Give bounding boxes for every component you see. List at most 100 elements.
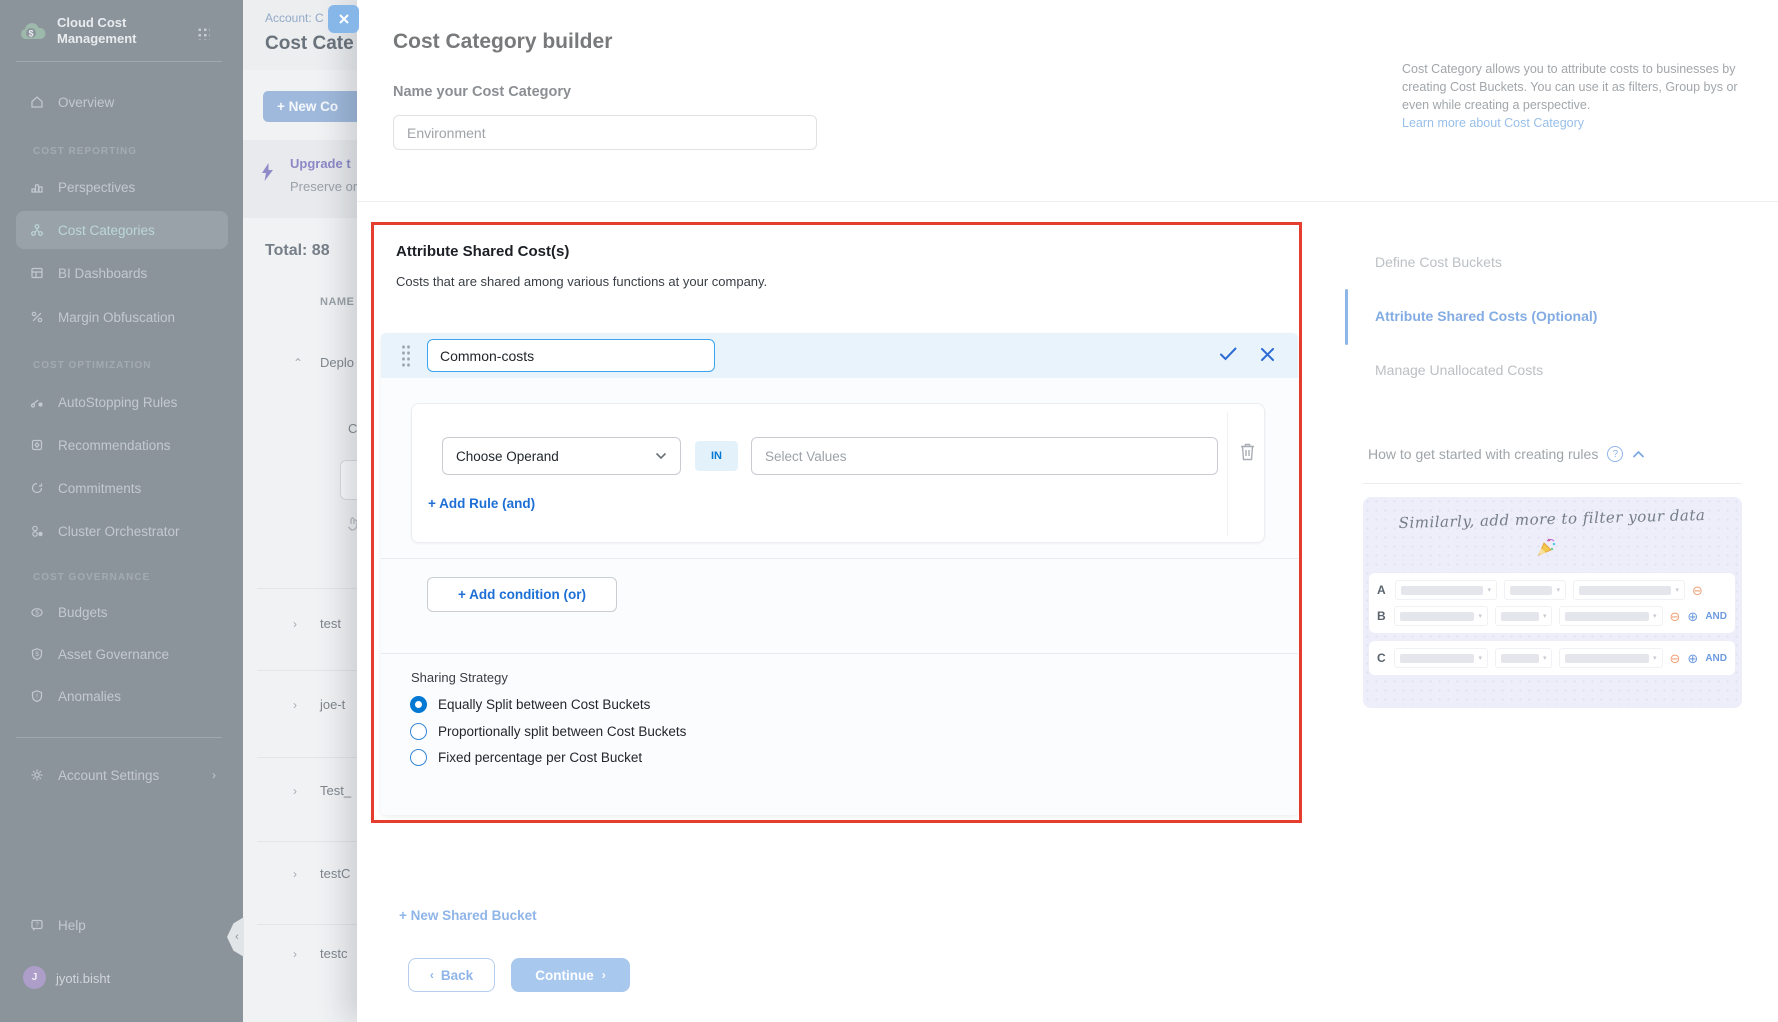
step-attribute-shared-costs[interactable]: Attribute Shared Costs (Optional) bbox=[1375, 308, 1597, 324]
refresh-clock-icon bbox=[29, 480, 45, 496]
sidebar-item-help[interactable]: ? Help bbox=[16, 910, 228, 940]
trash-icon bbox=[1238, 441, 1257, 462]
sidebar-item-overview[interactable]: Overview bbox=[16, 87, 228, 117]
step-manage-unallocated-costs[interactable]: Manage Unallocated Costs bbox=[1375, 362, 1543, 378]
step-define-cost-buckets[interactable]: Define Cost Buckets bbox=[1375, 254, 1502, 270]
chevron-right-icon[interactable]: › bbox=[293, 867, 297, 881]
sidebar-item-perspectives[interactable]: Perspectives bbox=[16, 172, 228, 202]
cost-category-name-input[interactable] bbox=[393, 115, 817, 150]
sidebar-item-cost-categories[interactable]: Cost Categories bbox=[16, 211, 228, 249]
screen: $ Cloud Cost Management Overview COST RE… bbox=[0, 0, 1778, 1022]
svg-text:$: $ bbox=[28, 29, 33, 39]
strategy-option-fixed[interactable]: Fixed percentage per Cost Bucket bbox=[410, 747, 642, 767]
radio-icon[interactable] bbox=[410, 723, 427, 740]
section-cost-governance: COST GOVERNANCE bbox=[33, 572, 150, 583]
sidebar-item-account-settings[interactable]: Account Settings › bbox=[16, 760, 228, 790]
new-shared-bucket-link[interactable]: + New Shared Bucket bbox=[399, 908, 537, 923]
add-circle-icon: ⊕ bbox=[1687, 652, 1698, 665]
drag-handle-icon[interactable] bbox=[401, 344, 411, 368]
table-row[interactable]: Test_ bbox=[320, 783, 351, 798]
lightning-icon bbox=[260, 162, 275, 187]
confirm-bucket-button[interactable] bbox=[1219, 346, 1238, 367]
close-icon bbox=[338, 13, 350, 25]
piggy-bank-icon: $ bbox=[29, 604, 45, 620]
chevron-up-icon[interactable]: ⌃ bbox=[293, 356, 303, 370]
back-button[interactable]: ‹ Back bbox=[408, 958, 495, 992]
sidebar-divider bbox=[16, 61, 222, 62]
section-cost-optimization: COST OPTIMIZATION bbox=[33, 360, 151, 371]
module-grid-icon[interactable] bbox=[197, 27, 210, 40]
sidebar-item-cluster-orchestrator[interactable]: Cluster Orchestrator bbox=[16, 516, 228, 546]
table-row[interactable]: test bbox=[320, 616, 341, 631]
skeleton-dropdown: ▾ bbox=[1495, 606, 1553, 626]
chevron-right-icon[interactable]: › bbox=[293, 617, 297, 631]
illustration-caption: Similarly, add more to filter your data bbox=[1377, 505, 1727, 532]
remove-circle-icon: ⊖ bbox=[1670, 652, 1681, 665]
chevron-up-icon[interactable] bbox=[1632, 450, 1645, 459]
sidebar-divider bbox=[16, 737, 222, 738]
delete-rule-button[interactable] bbox=[1238, 441, 1257, 467]
skeleton-dropdown: ▾ bbox=[1394, 606, 1488, 626]
sidebar-item-asset-governance[interactable]: $ Asset Governance bbox=[16, 639, 228, 669]
cost-category-builder-drawer: Cost Category builder Name your Cost Cat… bbox=[357, 0, 1778, 1022]
sidebar-item-autostopping-rules[interactable]: AutoStopping Rules bbox=[16, 387, 228, 417]
help-circle-icon[interactable]: ? bbox=[1607, 446, 1623, 462]
sidebar-item-anomalies[interactable]: ! Anomalies bbox=[16, 681, 228, 711]
add-circle-icon: ⊕ bbox=[1687, 610, 1698, 623]
new-cost-category-button[interactable]: + New Co bbox=[263, 91, 363, 122]
avatar[interactable]: J bbox=[23, 966, 46, 989]
chevron-right-icon[interactable]: › bbox=[293, 698, 297, 712]
learn-more-link[interactable]: Learn more about Cost Category bbox=[1402, 114, 1584, 132]
skeleton-dropdown: ▾ bbox=[1395, 580, 1497, 600]
sidebar-item-bi-dashboards[interactable]: BI Dashboards bbox=[16, 258, 228, 288]
chevron-right-icon[interactable]: › bbox=[293, 947, 297, 961]
bar-chart-icon bbox=[29, 179, 45, 195]
about-text: Cost Category allows you to attribute co… bbox=[1402, 60, 1738, 132]
sidebar-item-margin-obfuscation[interactable]: Margin Obfuscation bbox=[16, 302, 228, 332]
skeleton-dropdown: ▾ bbox=[1495, 648, 1553, 668]
continue-button[interactable]: Continue › bbox=[511, 958, 630, 992]
operand-select[interactable]: Choose Operand bbox=[442, 437, 681, 475]
close-button[interactable] bbox=[328, 5, 359, 33]
remove-circle-icon: ⊖ bbox=[1692, 584, 1703, 597]
skeleton-dropdown: ▾ bbox=[1504, 580, 1566, 600]
app-title: Cloud Cost Management bbox=[57, 15, 167, 47]
user-name[interactable]: jyoti.bisht bbox=[56, 971, 110, 986]
sidebar-item-recommendations[interactable]: Recommendations bbox=[16, 430, 228, 460]
rule-card: Choose Operand IN + Add Rule (and) bbox=[411, 403, 1265, 543]
party-popper-icon bbox=[1535, 535, 1559, 564]
add-rule-link[interactable]: + Add Rule (and) bbox=[428, 496, 535, 511]
check-icon bbox=[1219, 346, 1238, 362]
howto-header[interactable]: How to get started with creating rules ? bbox=[1368, 446, 1645, 462]
svg-text:$: $ bbox=[35, 651, 39, 658]
section-divider bbox=[357, 201, 1778, 202]
remove-bucket-button[interactable] bbox=[1260, 347, 1275, 367]
radio-icon[interactable] bbox=[410, 749, 427, 766]
skeleton-dropdown: ▾ bbox=[1559, 648, 1662, 668]
page-title: Cost Cate bbox=[265, 33, 354, 55]
table-row[interactable]: testc bbox=[320, 946, 347, 961]
home-icon bbox=[29, 94, 45, 110]
howto-illustration: Similarly, add more to filter your data … bbox=[1363, 497, 1742, 708]
strategy-option-equal[interactable]: Equally Split between Cost Buckets bbox=[410, 694, 650, 714]
add-condition-button[interactable]: + Add condition (or) bbox=[427, 577, 617, 612]
table-row[interactable]: Deplo bbox=[320, 355, 354, 370]
banner-title[interactable]: Upgrade t bbox=[290, 156, 351, 171]
sidebar-item-commitments[interactable]: Commitments bbox=[16, 473, 228, 503]
operator-badge: IN bbox=[695, 441, 738, 471]
bucket-name-input[interactable] bbox=[427, 339, 715, 372]
percent-icon bbox=[29, 309, 45, 325]
chevron-right-icon[interactable]: › bbox=[293, 784, 297, 798]
sidebar-item-budgets[interactable]: $ Budgets bbox=[16, 597, 228, 627]
table-row[interactable]: joe-t bbox=[320, 697, 345, 712]
sidebar: $ Cloud Cost Management Overview COST RE… bbox=[0, 0, 243, 1022]
strategy-option-proportional[interactable]: Proportionally split between Cost Bucket… bbox=[410, 721, 686, 741]
gear-icon bbox=[29, 767, 45, 783]
account-breadcrumb[interactable]: Account: C bbox=[265, 11, 324, 25]
table-row[interactable]: testC bbox=[320, 866, 350, 881]
example-rule-group-1: A ▾ ▾ ▾ ⊖ B ▾ ▾ ▾ ⊖ ⊕ AND bbox=[1369, 573, 1735, 633]
select-values-input[interactable] bbox=[751, 437, 1218, 475]
radio-icon[interactable] bbox=[410, 696, 427, 713]
shared-bucket-card: Choose Operand IN + Add Rule (and) + Add… bbox=[381, 333, 1298, 815]
active-step-indicator bbox=[1345, 289, 1348, 345]
